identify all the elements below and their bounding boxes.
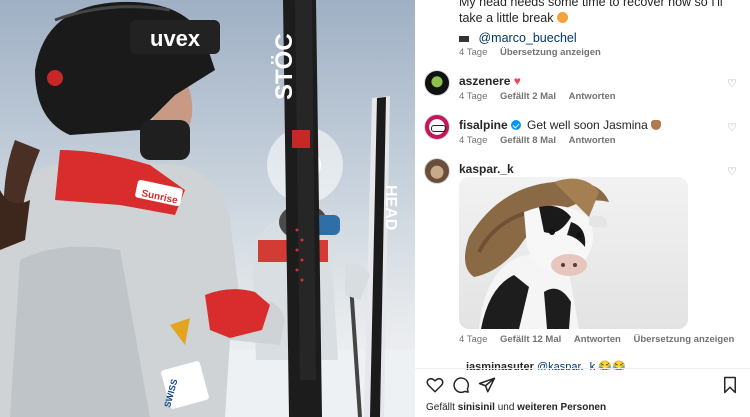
comment-meta: 4 Tage Gefällt 2 Mal Antworten xyxy=(459,91,626,102)
comment-text: aszenere ♥ xyxy=(459,74,521,88)
comment-username[interactable]: aszenere xyxy=(459,74,510,88)
comment-like-heart-icon[interactable]: ♡ xyxy=(726,78,738,90)
muscle-emoji-icon xyxy=(651,120,662,130)
ski-scene-illustration: HEAD STÖC Sunrise uvex SWISS xyxy=(0,0,415,417)
ski-right-brand: HEAD xyxy=(382,185,399,230)
caption-mention-link[interactable]: @marco_buechel xyxy=(478,31,576,45)
post-photo[interactable]: HEAD STÖC Sunrise uvex SWISS xyxy=(0,0,415,417)
comment-icon[interactable] xyxy=(452,376,470,394)
verified-badge-icon xyxy=(510,120,521,130)
caption-text: My head needs some time to recover now s… xyxy=(459,0,739,26)
ski-left-brand: STÖC xyxy=(271,33,298,100)
comment-translate-button[interactable]: Übersetzung anzeigen xyxy=(634,334,735,345)
likes-others-button[interactable]: weiteren Personen xyxy=(517,402,606,413)
likes-summary: Gefällt sinisinil und weiteren Personen xyxy=(426,402,606,413)
post-action-bar xyxy=(415,370,750,398)
avatar[interactable] xyxy=(424,158,450,184)
likes-connector: und xyxy=(497,402,515,413)
comment-time: 4 Tage xyxy=(459,91,488,102)
comment-username[interactable]: kaspar._k xyxy=(459,162,514,176)
actions-divider xyxy=(415,368,750,369)
clapperboard-icon xyxy=(459,34,469,42)
comment-reply-button[interactable]: Antworten xyxy=(574,334,621,345)
caption-credit: @marco_buechel xyxy=(459,31,577,45)
bookmark-icon[interactable] xyxy=(721,376,739,394)
comment-time: 4 Tage xyxy=(459,135,488,146)
comment-like-heart-icon[interactable]: ♡ xyxy=(726,122,738,134)
comment-text: fisalpine Get well soon Jasmina xyxy=(459,118,662,132)
comment-likes-button[interactable]: Gefällt 8 Mal xyxy=(500,135,556,146)
avatar[interactable] xyxy=(424,70,450,96)
comment-time: 4 Tage xyxy=(459,334,488,345)
heart-icon[interactable] xyxy=(426,376,444,394)
relieved-face-icon xyxy=(556,12,568,23)
red-heart-icon: ♥ xyxy=(513,74,521,88)
likes-username[interactable]: sinisinil xyxy=(458,402,495,413)
caption-meta: 4 Tage Übersetzung anzeigen xyxy=(459,47,611,58)
caption-translate-button[interactable]: Übersetzung anzeigen xyxy=(500,47,601,58)
comment-text: kaspar._k xyxy=(459,162,514,176)
comment-likes-button[interactable]: Gefällt 12 Mal xyxy=(500,334,561,345)
comment-reply-button[interactable]: Antworten xyxy=(569,91,616,102)
avatar[interactable] xyxy=(424,114,450,140)
comment-likes-button[interactable]: Gefällt 2 Mal xyxy=(500,91,556,102)
helmet-brand: uvex xyxy=(150,26,201,51)
caption-time: 4 Tage xyxy=(459,47,488,58)
comment-reply-button[interactable]: Antworten xyxy=(569,135,616,146)
comment-username[interactable]: fisalpine xyxy=(459,118,508,132)
caption-body: My head needs some time to recover now s… xyxy=(459,0,723,25)
cow-gif-image xyxy=(459,177,688,329)
comment-like-heart-icon[interactable]: ♡ xyxy=(726,166,738,178)
likes-prefix: Gefällt xyxy=(426,402,455,413)
share-icon[interactable] xyxy=(478,376,496,394)
cow-gif-attachment[interactable] xyxy=(459,177,688,329)
comment-meta: 4 Tage Gefällt 12 Mal Antworten Übersetz… xyxy=(459,334,744,345)
comment-meta: 4 Tage Gefällt 8 Mal Antworten xyxy=(459,135,626,146)
comment-body: Get well soon Jasmina xyxy=(527,118,648,132)
